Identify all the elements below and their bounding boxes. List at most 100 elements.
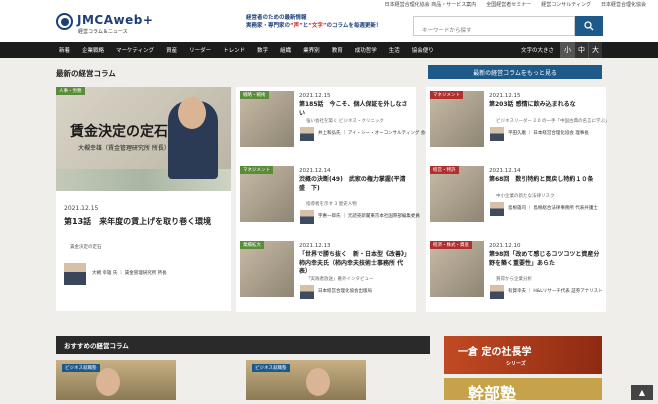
text-size-small-button[interactable]: 小 [560, 42, 574, 58]
article-series[interactable]: 指導者を示す 3 歴史人物 [306, 201, 357, 207]
search-button[interactable] [575, 16, 603, 36]
site-logo[interactable]: JMCAweb+ [77, 13, 153, 27]
nav-item[interactable]: 組織 [274, 46, 297, 54]
top-link-association[interactable]: 日本経営合理化協会 [601, 1, 646, 8]
nav-items: 新着 企業戦略 マーケティング 資産 リーダー トレンド 数字 組織 業界別 教育 成功哲学 生活 協会… [0, 46, 440, 54]
article-date: 2021.12.10 [489, 243, 521, 249]
article-title[interactable]: 第185話 今こそ、個人保証を外しなさい [299, 101, 411, 118]
article-category-tag[interactable]: 戦略・戦術 [240, 91, 269, 99]
article-thumbnail[interactable] [240, 241, 294, 297]
article-card[interactable]: 業績拡大 2021.12.13 「世界で勝ち抜く 新・日本型《改善》」柿内幸夫氏（柿… [236, 237, 416, 312]
featured-title[interactable]: 第13話 来年度の賃上げを取り巻く環境 [64, 216, 224, 228]
logo-subtitle: 経営コラム＆ニュース [78, 29, 128, 35]
nav-item[interactable]: 数字 [251, 46, 274, 54]
nav-item[interactable]: 教育 [326, 46, 349, 54]
recommended-columns-title: おすすめの経営コラム [56, 336, 430, 354]
article-thumbnail[interactable] [240, 91, 294, 147]
scroll-top-button[interactable]: ▲ [631, 385, 653, 400]
search-icon [584, 21, 594, 31]
tagline-line1: 経営者のための最新情報 [246, 15, 307, 21]
article-author-avatar [490, 285, 504, 299]
article-title[interactable]: 「世界で勝ち抜く 新・日本型《改善》」柿内幸夫氏（柿内幸夫技術士事務所 代表） [299, 251, 411, 277]
article-category-tag[interactable]: マネジメント [430, 91, 463, 99]
article-card[interactable]: 戦略・戦術 2021.12.15 第185話 今こそ、個人保証を外しなさい 強い会社を… [236, 87, 430, 162]
article-title[interactable]: 渋概の決断(49) 武家の権力掌握(平清盛 下) [299, 176, 411, 193]
article-date: 2021.12.15 [489, 93, 521, 99]
header-tagline: 経営者のための最新情報 実務家・専門家の“声”と“文字”のコラムを毎週更新！ [246, 14, 381, 30]
featured-category-tag[interactable]: 人事・労務 [56, 87, 85, 95]
nav-item[interactable]: 資産 [160, 46, 183, 54]
article-card[interactable]: 経営・特許 2021.12.14 第68回 数引特約と買戻し特約１０条 中小企業の新た… [426, 162, 606, 237]
article-category-tag[interactable]: 経営・特許 [430, 166, 459, 174]
featured-author-avatar [64, 263, 86, 285]
top-link-consulting[interactable]: 経営コンサルティング [541, 1, 591, 8]
article-author: 有賀幸夫 ｜ H&Lリサーチ代表 証券アナリスト [508, 289, 603, 294]
article-category-tag[interactable]: 経済・株式・資産 [430, 241, 472, 249]
text-size-medium-button[interactable]: 中 [574, 42, 588, 58]
person-face [306, 368, 330, 396]
article-card[interactable]: マネジメント 2021.12.15 第203話 感情に飲み込まれるなビジネスリーダー… [426, 87, 610, 162]
nav-item[interactable]: 業界別 [297, 46, 326, 54]
top-link-seminar[interactable]: 全国経営者セミナー [486, 1, 531, 8]
article-author: 宇惠一郎氏 ｜ 元読売新聞東京本社国際部編集委員 [318, 214, 420, 219]
search-input[interactable] [414, 22, 574, 40]
article-title[interactable]: 第98回「改めて感じるコツコツと資産分野を築く重要性」あらた [489, 251, 601, 268]
person-face [96, 368, 120, 396]
kanbu-juku-banner[interactable]: 幹部塾 [444, 378, 602, 403]
article-author-avatar [300, 127, 314, 141]
article-category-tag[interactable]: マネジメント [240, 166, 273, 174]
nav-item[interactable]: 新着 [53, 46, 76, 54]
more-latest-button[interactable]: 最新の経営コラムをもっと見る [428, 65, 602, 79]
banner2-title: 幹部塾 [468, 384, 517, 403]
article-date: 2021.12.15 [299, 93, 331, 99]
top-links: 日本経営合理化協会 商品・サービス案内 全国経営者セミナー 経営コンサルティング… [385, 1, 646, 8]
nav-item[interactable]: 成功哲学 [349, 46, 383, 54]
article-thumbnail[interactable] [430, 166, 484, 222]
recommended-tag-2[interactable]: ビジネス就職塾 [252, 364, 290, 372]
article-card[interactable]: 経済・株式・資産 2021.12.10 第98回「改めて感じるコツコツと資産分野を築… [426, 237, 606, 312]
article-title[interactable]: 第68回 数引特約と買戻し特約１０条 [489, 176, 601, 185]
author-photo-head [178, 97, 206, 129]
article-date: 2021.12.13 [299, 243, 331, 249]
article-series[interactable]: ビジネスリーダー 2.0 の一手「中国古典の名言に学ぶ」 [496, 118, 610, 124]
article-author: 井上和弘氏 ｜ アイ・シー・オーコンサルティング 会長 [318, 131, 430, 136]
article-category-tag[interactable]: 業績拡大 [240, 241, 264, 249]
article-date: 2021.12.14 [299, 168, 331, 174]
article-series[interactable]: 「実践者放送」番外インタビュー [306, 276, 374, 282]
featured-date: 2021.12.15 [64, 205, 99, 212]
article-thumbnail[interactable] [430, 91, 484, 147]
text-size-label: 文字の大きさ [520, 48, 554, 54]
featured-series[interactable]: 賃金決定の定石 [70, 244, 102, 250]
nav-item[interactable]: 企業戦略 [76, 46, 110, 54]
banner-title: 一倉 定の社長学 [458, 347, 532, 358]
article-series[interactable]: 中小企業の新たな法律リスク [496, 193, 555, 199]
article-card[interactable]: マネジメント 2021.12.14 渋概の決断(49) 武家の権力掌握(平清盛 下)… [236, 162, 420, 237]
nav-item[interactable]: 生活 [383, 46, 406, 54]
recommended-tag-1[interactable]: ビジネス就職塾 [62, 364, 100, 372]
article-author-avatar [300, 285, 314, 299]
article-author: 平田久磨 ｜ 日本経営合理化協会 理事長 [508, 131, 589, 136]
article-series[interactable]: 強い会社を築く ビジネス・クリニック [306, 118, 384, 124]
nav-item[interactable]: 協会便り [406, 46, 440, 54]
featured-article-image[interactable]: 賃金決定の定石 大槻幸雄（賃金管理研究所 所長） [56, 87, 231, 191]
nav-item[interactable]: トレンド [217, 46, 251, 54]
banner-subtitle: シリーズ [506, 361, 526, 367]
nav-item[interactable]: マーケティング [110, 46, 160, 54]
featured-image-subtitle: 大槻幸雄（賃金管理研究所 所長） [78, 145, 170, 152]
logo-mark-icon[interactable] [56, 13, 73, 30]
article-series[interactable]: 買得から企業分析 [496, 276, 532, 282]
text-size-large-button[interactable]: 大 [588, 42, 602, 58]
article-thumbnail[interactable] [430, 241, 484, 297]
featured-article-card[interactable]: 賃金決定の定石 大槻幸雄（賃金管理研究所 所長） 人事・労務 2021.12.1… [56, 87, 231, 311]
latest-columns-title: 最新の経営コラム [56, 69, 116, 78]
article-author: 日本経営合理化協会出版局 [318, 289, 372, 294]
chevron-up-icon: ▲ [638, 388, 646, 397]
nav-item[interactable]: リーダー [183, 46, 217, 54]
text-size-control: 文字の大きさ 小 中 大 [521, 42, 602, 58]
ichikura-banner[interactable]: 一倉 定の社長学 シリーズ [444, 336, 602, 374]
article-author-avatar [490, 202, 504, 216]
article-thumbnail[interactable] [240, 166, 294, 222]
article-title[interactable]: 第203話 感情に飲み込まれるな [489, 101, 601, 110]
article-author-avatar [490, 127, 504, 141]
top-link-products[interactable]: 日本経営合理化協会 商品・サービス案内 [385, 1, 477, 8]
